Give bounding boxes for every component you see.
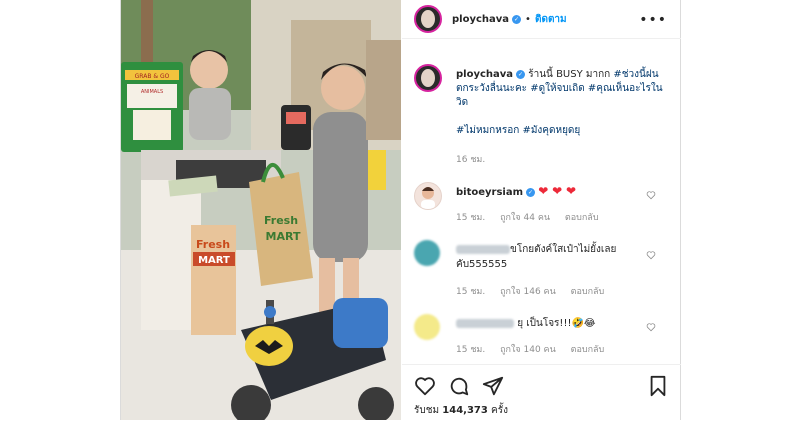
hashtag-link[interactable]: #ดูให้จบเถิด — [527, 83, 585, 94]
verified-icon: ✓ — [526, 187, 536, 197]
commenter-avatar[interactable] — [414, 182, 442, 210]
comment-meta: 15 ชม. ถูกใจ 146 คน ตอบกลับ — [456, 284, 616, 298]
author-username[interactable]: ploychava — [452, 14, 509, 25]
comment-likes[interactable]: ถูกใจ 140 คน — [500, 345, 556, 355]
caption-text: ploychava ✓ ร้านนี้ BUSY มากก #ช่วงนี้ฝนต… — [456, 68, 671, 110]
comment-body: ขโกยตังค์ใสเป๋าไม่ยั้งเลยคับ555555 — [456, 242, 651, 272]
verified-icon: ✓ — [512, 14, 522, 24]
store-sign-fresh: Fresh — [196, 238, 230, 251]
action-bar: รับชม 144,373 ครั้ง — [402, 364, 681, 421]
photo-illustration: GRAB & GO ANIMALS Fresh MART Fresh MART — [121, 0, 401, 420]
comment-meta: 15 ชม. ถูกใจ 140 คน ตอบกลับ — [456, 342, 616, 356]
caption-avatar[interactable] — [414, 64, 442, 92]
comment-text-hearts: ❤ ❤ ❤ — [538, 184, 577, 198]
board-label: GRAB & GO — [135, 73, 170, 80]
comment-likes[interactable]: ถูกใจ 146 คน — [500, 287, 556, 297]
follow-button[interactable]: ติดตาม — [535, 12, 567, 27]
post-photo[interactable]: GRAB & GO ANIMALS Fresh MART Fresh MART — [121, 0, 401, 420]
comment-likes[interactable]: ถูกใจ 44 คน — [500, 213, 550, 223]
caption-hashtags[interactable]: #ไม่หมกหรอก #มังคุดหยุดยุ — [456, 122, 671, 140]
separator-dot: • — [525, 13, 531, 25]
caption-username[interactable]: ploychava — [456, 69, 513, 80]
instagram-post: GRAB & GO ANIMALS Fresh MART Fresh MART … — [120, 0, 681, 420]
bag-label-mart: MART — [266, 230, 301, 243]
comment-timestamp[interactable]: 15 ชม. — [456, 345, 485, 355]
caption-body: ร้านนี้ BUSY มากก — [525, 69, 614, 80]
comment-text: ยุ เป็นโจร!!!🤣😂 — [517, 318, 596, 329]
author-avatar[interactable] — [414, 5, 442, 33]
comment-body: bitoeyrsiam ✓ ❤ ❤ ❤ — [456, 184, 651, 200]
more-icon[interactable]: ••• — [639, 12, 667, 28]
comment-reply-button[interactable]: ตอบกลับ — [571, 345, 605, 355]
commenter-username[interactable]: bitoeyrsiam — [456, 187, 523, 198]
view-count-unit: ครั้ง — [491, 405, 508, 416]
heart-icon[interactable] — [646, 250, 656, 260]
comment-body: ยุ เป็นโจร!!!🤣😂 — [456, 316, 651, 331]
comment-icon[interactable] — [448, 375, 470, 397]
view-count: รับชม 144,373 ครั้ง — [414, 403, 508, 418]
bag-label-fresh: Fresh — [264, 214, 298, 227]
commenter-avatar[interactable] — [414, 240, 440, 266]
heart-icon[interactable] — [646, 190, 656, 200]
verified-icon: ✓ — [516, 69, 526, 79]
comment-reply-button[interactable]: ตอบกลับ — [565, 213, 599, 223]
heart-icon[interactable] — [414, 375, 436, 397]
commenter-avatar[interactable] — [414, 314, 440, 340]
post-sidebar: ploychava ✓ • ติดตาม ••• ploychava ✓ ร้าน… — [402, 0, 681, 420]
comment-reply-button[interactable]: ตอบกลับ — [571, 287, 605, 297]
animals-label: ANIMALS — [141, 89, 163, 95]
heart-icon[interactable] — [646, 322, 656, 332]
view-count-value: 144,373 — [442, 405, 488, 416]
comment-timestamp[interactable]: 15 ชม. — [456, 213, 485, 223]
bookmark-icon[interactable] — [648, 375, 668, 397]
share-icon[interactable] — [482, 375, 504, 397]
comment-timestamp[interactable]: 15 ชม. — [456, 287, 485, 297]
store-sign-mart: MART — [198, 255, 230, 266]
post-header: ploychava ✓ • ติดตาม ••• — [402, 0, 681, 39]
view-count-label: รับชม — [414, 405, 440, 416]
caption-timestamp[interactable]: 16 ชม. — [456, 152, 485, 166]
comment-meta: 15 ชม. ถูกใจ 44 คน ตอบกลับ — [456, 210, 611, 224]
commenter-username-blurred[interactable] — [456, 244, 510, 254]
commenter-username-blurred[interactable] — [456, 318, 514, 328]
